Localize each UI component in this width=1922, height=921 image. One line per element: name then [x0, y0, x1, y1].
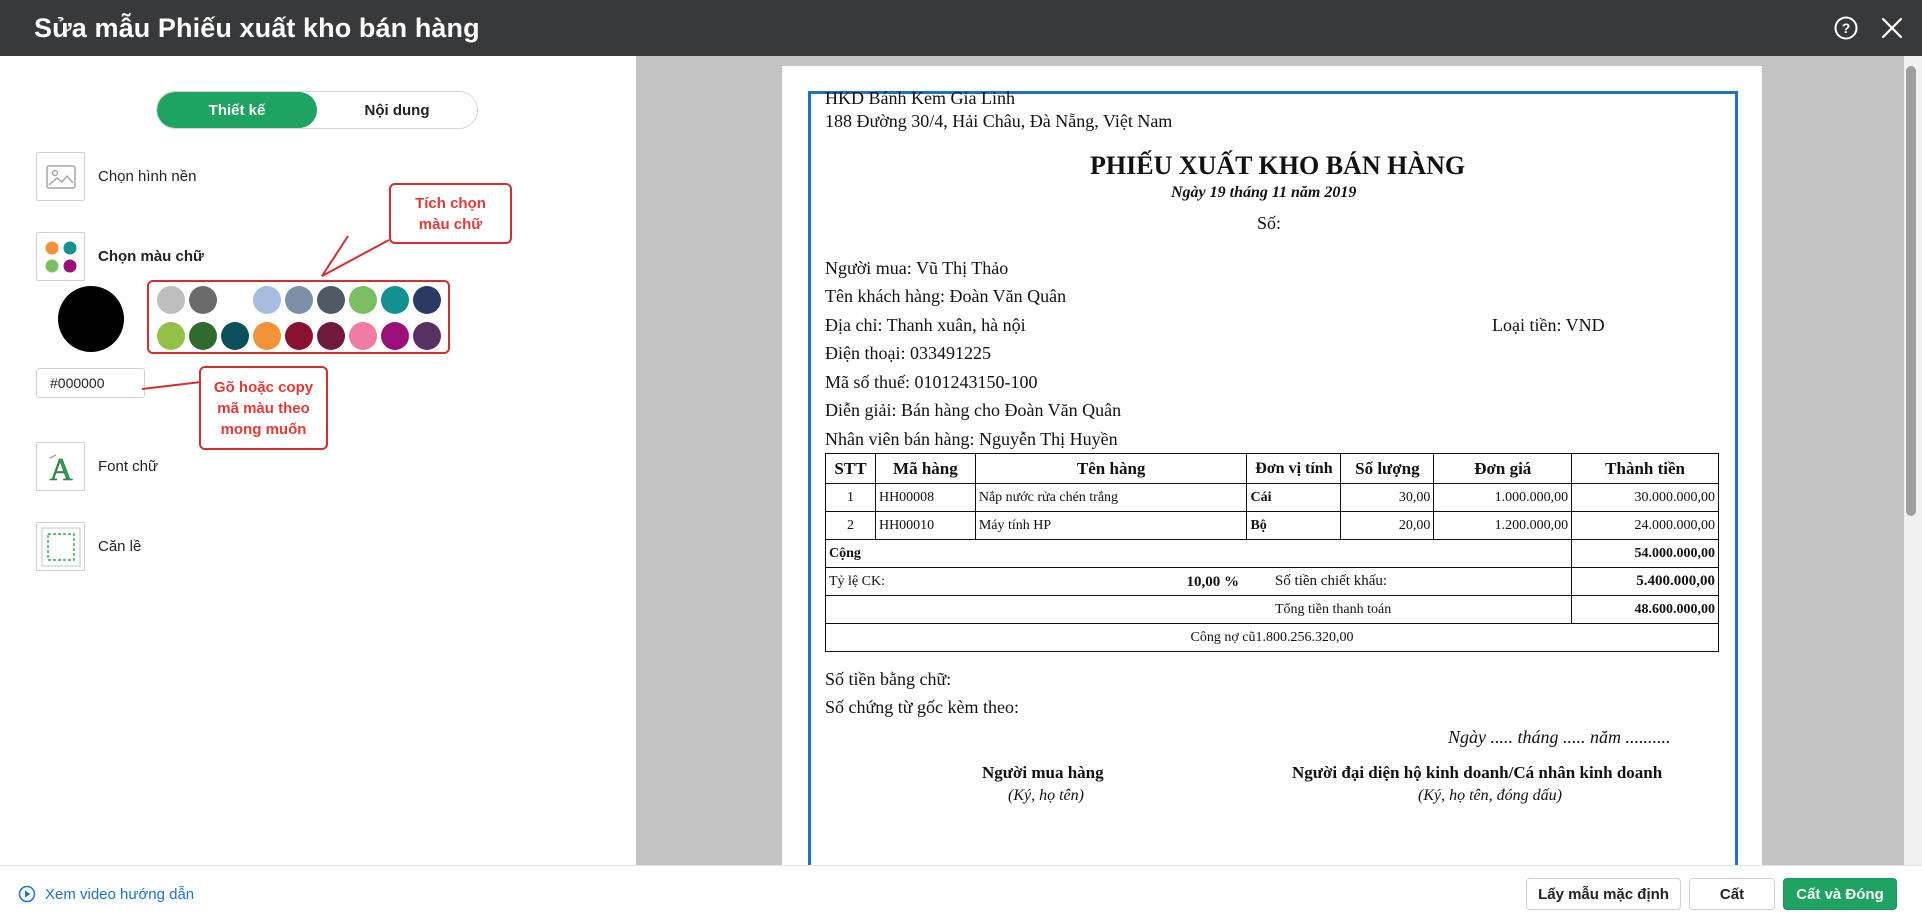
- col-header: Đơn giá: [1433, 453, 1573, 484]
- rep-sign-title: Người đại diện hộ kinh doanh/Cá nhân kin…: [1292, 763, 1663, 782]
- save-button[interactable]: Cất: [1689, 878, 1775, 910]
- tax-code-line: Mã số thuế: 0101243150-100: [825, 372, 1038, 392]
- col-header: STT: [825, 453, 876, 484]
- old-debt-row: Công nợ cũ1.800.256.320,00: [825, 623, 1719, 652]
- save-and-close-button[interactable]: Cất và Đóng: [1783, 878, 1897, 910]
- buyer-line: Người mua: Vũ Thị Thảo: [825, 258, 1009, 278]
- discount-amount-label: Số tiền chiết khấu:: [1246, 567, 1573, 596]
- cell-name: Máy tính HP: [974, 511, 1248, 540]
- close-icon: [1881, 17, 1903, 39]
- col-header: Số lượng: [1340, 453, 1435, 484]
- callout-hex-hint: Gõ hoặc copy mã màu theo mong muốn: [199, 366, 328, 450]
- address-line: Địa chỉ: Thanh xuân, hà nội: [825, 315, 1026, 335]
- description-line: Diễn giải: Bán hàng cho Đoàn Văn Quân: [825, 400, 1122, 420]
- dialog-header: Sửa mẫu Phiếu xuất kho bán hàng ?: [0, 0, 1922, 56]
- grand-total-value: 48.600.000,00: [1571, 595, 1719, 624]
- cell-unit: Bộ: [1246, 511, 1342, 540]
- company-name: HKD Bánh Kem Gia Linh: [825, 88, 1015, 108]
- company-address: 188 Đường 30/4, Hải Châu, Đà Nẵng, Việt …: [825, 111, 1173, 131]
- cell-qty: 30,00: [1340, 483, 1435, 512]
- callout-pick-color: Tích chọn màu chữ: [389, 183, 512, 244]
- attached-docs: Số chứng từ gốc kèm theo:: [825, 697, 1019, 717]
- guide-video-link[interactable]: Xem video hướng dẫn: [18, 885, 194, 903]
- amount-in-words: Số tiền bằng chữ:: [825, 669, 952, 689]
- grand-total-label: Tổng tiền thanh toán: [1246, 595, 1573, 624]
- document-date: Ngày 19 tháng 11 năm 2019: [1171, 184, 1357, 201]
- discount-row: Tỷ lệ CK: 10,00 % Số tiền chiết khấu: 5.…: [824, 567, 1719, 596]
- cell-amount: 30.000.000,00: [1571, 483, 1719, 512]
- guide-video-label: Xem video hướng dẫn: [45, 885, 195, 903]
- sign-date: Ngày ..... tháng ..... năm ..........: [1448, 727, 1671, 747]
- dialog-title: Sửa mẫu Phiếu xuất kho bán hàng: [34, 12, 480, 43]
- callout-pointers: [141, 235, 390, 395]
- total-row: Cộng 54.000.000,00: [824, 539, 1719, 568]
- cell-qty: 20,00: [1340, 511, 1435, 540]
- design-panel: Thiết kế Nội dung Chọn hình nền Chọn màu…: [0, 56, 636, 865]
- cell-code: HH00008: [874, 483, 976, 512]
- discount-rate-cell: Tỷ lệ CK: 10,00 %: [824, 567, 1247, 596]
- cell-stt: 1: [825, 483, 876, 512]
- cell-code: HH00010: [874, 511, 976, 540]
- svg-text:?: ?: [1842, 20, 1851, 36]
- cell-stt: 2: [825, 511, 876, 540]
- grand-total-row: Tổng tiền thanh toán 48.600.000,00: [824, 595, 1719, 624]
- table-row: 2 HH00010 Máy tính HP Bộ 20,00 1.200.000…: [825, 511, 1719, 540]
- discount-rate-label: Tỷ lệ CK:: [829, 573, 885, 589]
- table-header-row: STT Mã hàng Tên hàng Đơn vị tính Số lượn…: [825, 453, 1719, 484]
- question-circle-icon: ?: [1834, 16, 1858, 40]
- total-label: Cộng: [824, 539, 1573, 568]
- customer-line: Tên khách hàng: Đoàn Văn Quân: [825, 286, 1067, 306]
- discount-amount-value: 5.400.000,00: [1571, 567, 1719, 596]
- col-header: Mã hàng: [874, 453, 976, 484]
- cell-price: 1.000.000,00: [1433, 483, 1573, 512]
- rep-sign-note: (Ký, họ tên, đóng dấu): [1418, 787, 1562, 804]
- cell-name: Nắp nước rửa chén trắng: [974, 483, 1248, 512]
- col-header: Thành tiền: [1571, 453, 1719, 484]
- col-header: Tên hàng: [974, 453, 1248, 484]
- cell-amount: 24.000.000,00: [1571, 511, 1719, 540]
- total-value: 54.000.000,00: [1571, 539, 1719, 568]
- close-button[interactable]: [1876, 12, 1908, 44]
- old-debt: Công nợ cũ1.800.256.320,00: [825, 623, 1719, 652]
- help-button[interactable]: ?: [1830, 12, 1862, 44]
- col-header: Đơn vị tính: [1246, 453, 1342, 484]
- table-row: 1 HH00008 Nắp nước rửa chén trắng Cái 30…: [825, 483, 1719, 512]
- buyer-sign-note: (Ký, họ tên): [1008, 787, 1084, 804]
- items-table: STT Mã hàng Tên hàng Đơn vị tính Số lượn…: [824, 453, 1719, 652]
- salesperson-line: Nhân viên bán hàng: Nguyễn Thị Huyền: [825, 429, 1118, 449]
- document-number: Số:: [1257, 213, 1282, 233]
- document-title: PHIẾU XUẤT KHO BÁN HÀNG: [1090, 151, 1466, 180]
- play-circle-icon: [18, 885, 36, 903]
- cell-unit: Cái: [1246, 483, 1342, 512]
- phone-line: Điện thoại: 033491225: [825, 343, 991, 363]
- currency-line: Loại tiền: VND: [1492, 315, 1605, 335]
- default-template-button[interactable]: Lấy mẫu mặc định: [1526, 878, 1681, 910]
- grand-total-spacer: [824, 595, 1247, 624]
- discount-rate-value: 10,00 %: [1186, 573, 1239, 590]
- buyer-sign-title: Người mua hàng: [982, 763, 1104, 782]
- cell-price: 1.200.000,00: [1433, 511, 1573, 540]
- preview-scrollbar[interactable]: [1906, 66, 1916, 516]
